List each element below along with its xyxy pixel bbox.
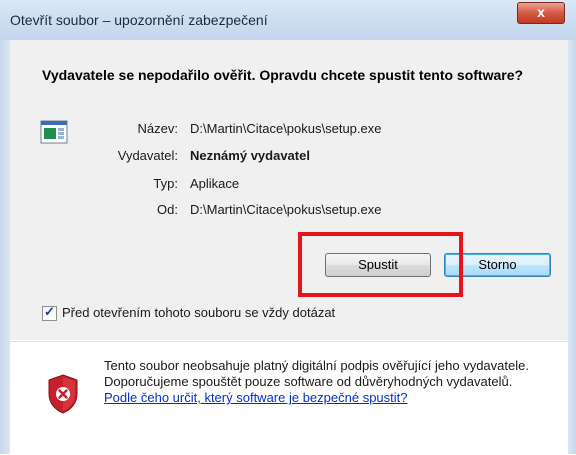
application-file-icon [40, 120, 68, 144]
close-button[interactable]: x [517, 2, 565, 24]
warning-text: Tento soubor neobsahuje platný digitální… [104, 358, 529, 389]
close-icon: x [537, 4, 545, 20]
publisher-label: Vydavatel: [117, 148, 178, 163]
always-ask-label[interactable]: Před otevřením tohoto souboru se vždy do… [62, 305, 335, 320]
security-question: Vydavatele se nepodařilo ověřit. Opravdu… [42, 67, 524, 83]
warning-message: Tento soubor neobsahuje platný digitální… [104, 358, 534, 406]
help-link[interactable]: Podle čeho určit, který software je bezp… [104, 390, 408, 405]
from-value: D:\Martin\Citace\pokus\setup.exe [190, 202, 382, 217]
window-frame-left [0, 40, 10, 454]
type-label: Typ: [153, 176, 178, 191]
from-label: Od: [157, 202, 178, 217]
name-value: D:\Martin\Citace\pokus\setup.exe [190, 121, 382, 136]
checkmark-icon: ✓ [44, 304, 55, 319]
shield-error-icon [48, 374, 78, 414]
highlight-box [298, 232, 463, 297]
publisher-value: Neznámý vydavatel [190, 148, 310, 163]
name-label: Název: [137, 121, 178, 136]
title-bar: Otevřít soubor – upozornění zabezpečení … [0, 0, 576, 40]
always-ask-checkbox[interactable]: ✓ [42, 304, 57, 321]
type-value: Aplikace [190, 176, 240, 191]
window-frame-right [568, 40, 576, 454]
window-title: Otevřít soubor – upozornění zabezpečení [10, 12, 268, 28]
